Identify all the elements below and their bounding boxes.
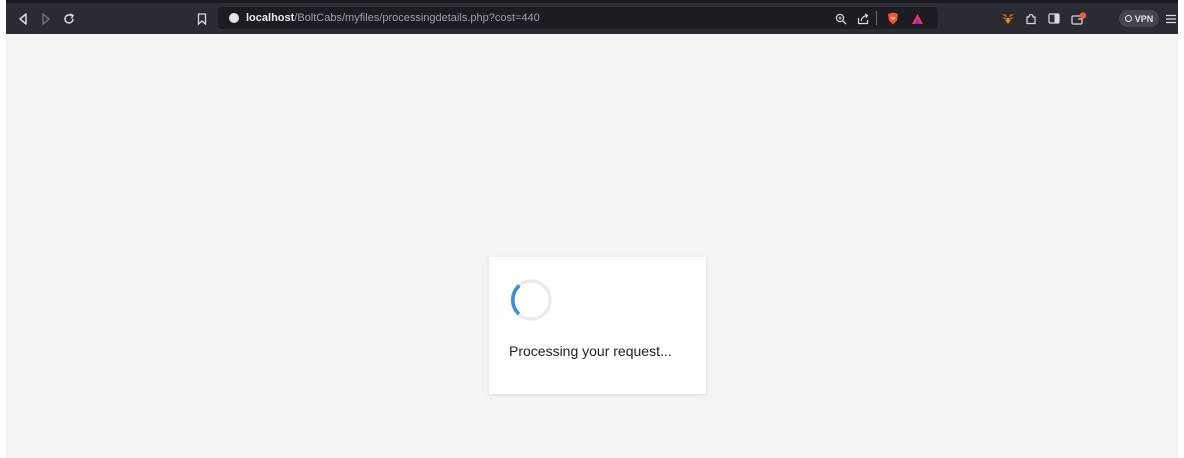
vpn-icon	[1124, 15, 1132, 22]
bookmark-icon[interactable]	[191, 3, 213, 34]
loading-spinner-icon	[510, 279, 552, 321]
toolbar-separator	[876, 11, 877, 25]
vpn-label: VPN	[1134, 13, 1154, 24]
forward-icon[interactable]	[35, 3, 57, 34]
site-info-icon[interactable]	[229, 13, 239, 23]
back-icon[interactable]	[12, 3, 34, 34]
brave-rewards-icon[interactable]	[906, 3, 928, 34]
processing-message: Processing your request...	[509, 343, 672, 359]
reload-icon[interactable]	[58, 3, 80, 34]
sidebar-icon[interactable]	[1043, 3, 1065, 34]
wallet-icon[interactable]	[1068, 3, 1090, 34]
menu-icon[interactable]	[1160, 3, 1182, 34]
extensions-icon[interactable]	[1020, 3, 1042, 34]
metamask-icon[interactable]	[997, 3, 1019, 34]
zoom-icon[interactable]	[830, 3, 852, 34]
vpn-button[interactable]: VPN	[1119, 10, 1159, 27]
processing-card: Processing your request...	[489, 257, 706, 394]
url-host: localhost	[246, 12, 295, 24]
url-text: localhost/BoltCabs/myfiles/processingdet…	[246, 10, 540, 26]
brave-shields-icon[interactable]	[882, 3, 904, 34]
url-path: /BoltCabs/myfiles/processingdetails.php?…	[294, 12, 540, 24]
share-icon[interactable]	[852, 3, 874, 34]
browser-toolbar: localhost/BoltCabs/myfiles/processingdet…	[6, 0, 1178, 34]
browser-window: localhost/BoltCabs/myfiles/processingdet…	[6, 0, 1178, 458]
